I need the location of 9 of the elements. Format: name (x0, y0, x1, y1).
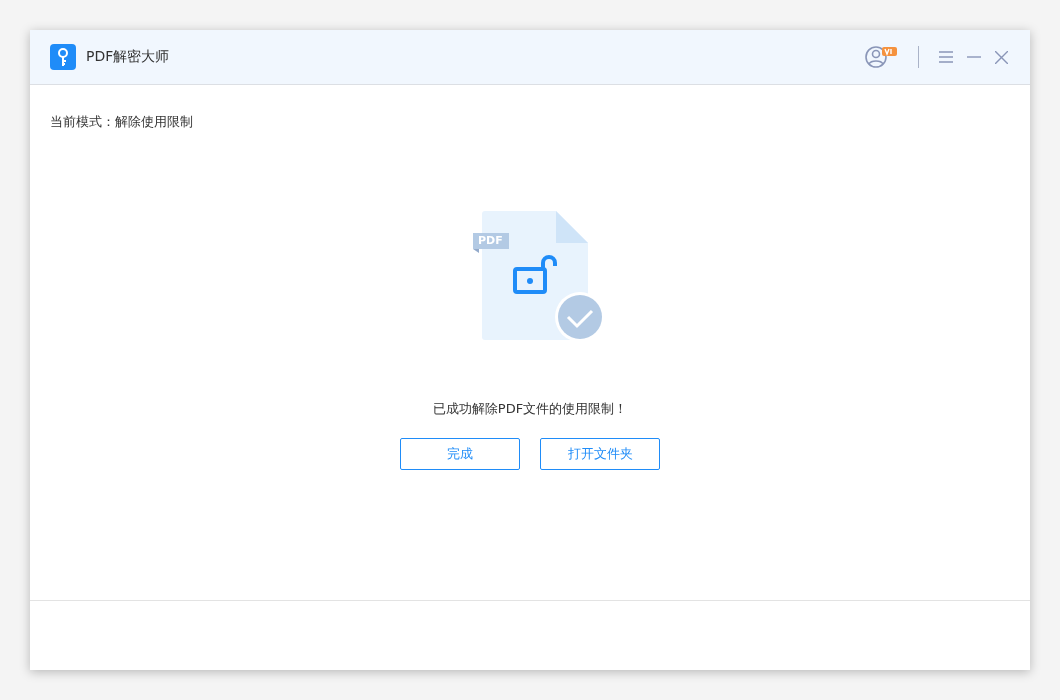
window-title: PDF解密大师 (86, 48, 170, 66)
key-logo-icon (50, 44, 76, 70)
success-message: 已成功解除PDF文件的使用限制！ (432, 400, 628, 418)
done-button[interactable]: 完成 (400, 438, 520, 470)
menu-icon[interactable] (939, 51, 953, 63)
close-icon[interactable] (995, 50, 1008, 64)
mode-label: 当前模式：解除使用限制 (50, 113, 194, 131)
open-folder-button[interactable]: 打开文件夹 (540, 438, 660, 470)
user-vip-icon[interactable] (864, 44, 898, 70)
